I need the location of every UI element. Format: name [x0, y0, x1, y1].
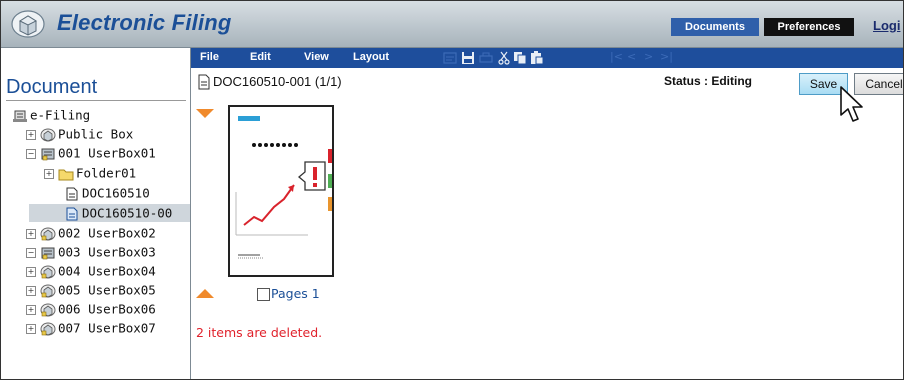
- tab-preferences[interactable]: Preferences: [764, 18, 854, 36]
- tree-item-folder01[interactable]: + Folder01: [44, 164, 136, 182]
- page-thumbnail[interactable]: [228, 105, 339, 277]
- folder-icon: [58, 169, 74, 180]
- userbox-icon: [40, 303, 56, 316]
- tab-documents[interactable]: Documents: [671, 18, 759, 36]
- box-icon: [40, 128, 56, 141]
- app-header: Electronic Filing Documents Preferences …: [1, 1, 903, 48]
- menu-bar: File Edit View Layout |< < > >|: [190, 48, 903, 68]
- userbox-icon: [40, 322, 56, 335]
- menu-layout[interactable]: Layout: [353, 51, 389, 63]
- tree-item-userbox02[interactable]: + 002 UserBox02: [26, 224, 156, 242]
- deleted-message: 2 items are deleted.: [196, 325, 323, 340]
- document-icon: [66, 187, 78, 200]
- import-icon[interactable]: [443, 51, 457, 65]
- collapse-icon[interactable]: −: [26, 247, 36, 258]
- tree-item-doc160510-001[interactable]: DOC160510-00: [29, 204, 190, 222]
- expand-icon[interactable]: +: [26, 129, 36, 140]
- expand-icon[interactable]: +: [26, 266, 36, 277]
- status-text: Status : Editing: [664, 74, 752, 88]
- userbox-open-icon: [41, 247, 55, 259]
- efiling-logo-icon: [11, 10, 45, 38]
- first-page-icon[interactable]: |<: [610, 50, 623, 63]
- document-icon: [198, 74, 210, 90]
- tree-item-userbox04[interactable]: + 004 UserBox04: [26, 262, 156, 280]
- scroll-down-arrow-icon[interactable]: [196, 109, 214, 118]
- app-window: Electronic Filing Documents Preferences …: [0, 0, 904, 380]
- save-icon[interactable]: [461, 51, 475, 65]
- prev-page-icon[interactable]: <: [627, 50, 636, 63]
- scroll-up-arrow-icon[interactable]: [196, 289, 214, 298]
- expand-icon[interactable]: +: [26, 323, 36, 334]
- tree-item-userbox01[interactable]: − 001 UserBox01: [26, 144, 156, 162]
- userbox-open-icon: [41, 148, 55, 160]
- expand-icon[interactable]: +: [26, 228, 36, 239]
- userbox-icon: [40, 284, 56, 297]
- document-title: DOC160510-001 (1/1): [213, 74, 342, 89]
- next-page-icon[interactable]: >: [644, 50, 653, 63]
- page-checkbox[interactable]: [257, 288, 270, 301]
- userbox-icon: [40, 265, 56, 278]
- tree-item-userbox05[interactable]: + 005 UserBox05: [26, 281, 156, 299]
- userbox-icon: [40, 227, 56, 240]
- login-link[interactable]: Logi: [873, 18, 900, 33]
- app-title: Electronic Filing: [57, 10, 232, 35]
- document-selected-icon: [66, 207, 78, 220]
- tree-item-userbox03[interactable]: − 003 UserBox03: [26, 243, 156, 261]
- tree-item-doc160510[interactable]: DOC160510: [64, 184, 150, 202]
- expand-icon[interactable]: +: [26, 304, 36, 315]
- thumbnail-graphic: [235, 116, 339, 259]
- panel-divider: [6, 100, 186, 101]
- last-page-icon[interactable]: >|: [660, 50, 673, 63]
- page-label: Pages 1: [271, 286, 320, 301]
- menu-file[interactable]: File: [200, 51, 219, 63]
- panel-title: Document: [6, 76, 98, 98]
- collapse-icon[interactable]: −: [26, 148, 36, 159]
- tree-item-userbox07[interactable]: + 007 UserBox07: [26, 319, 156, 337]
- expand-icon[interactable]: +: [26, 285, 36, 296]
- tree-item-efiling[interactable]: e-Filing: [12, 106, 90, 124]
- mouse-pointer-icon: [840, 86, 863, 122]
- paste-icon[interactable]: [530, 51, 544, 65]
- copy-icon[interactable]: [513, 51, 527, 65]
- tree-item-public-box[interactable]: + Public Box: [26, 125, 133, 143]
- cut-icon[interactable]: [497, 51, 511, 65]
- print-icon[interactable]: [479, 51, 493, 65]
- efiling-icon: [13, 110, 27, 122]
- menu-view[interactable]: View: [304, 51, 329, 63]
- expand-icon[interactable]: +: [44, 168, 54, 179]
- menu-edit[interactable]: Edit: [250, 51, 271, 63]
- tree-item-userbox06[interactable]: + 006 UserBox06: [26, 300, 156, 318]
